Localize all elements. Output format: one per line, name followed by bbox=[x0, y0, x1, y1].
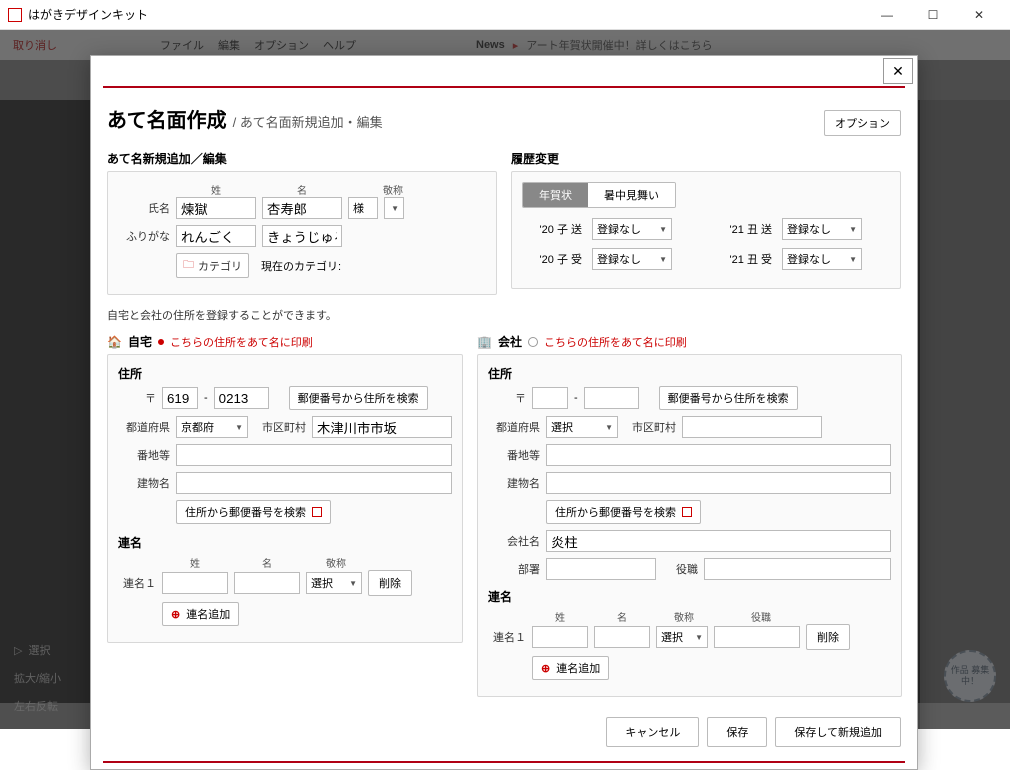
home-add-renmei-button[interactable]: ⊕ 連名追加 bbox=[162, 602, 239, 626]
hist-20-send-label: '20 子 送 bbox=[522, 221, 582, 237]
company-city-input[interactable] bbox=[682, 416, 822, 438]
save-button[interactable]: 保存 bbox=[707, 717, 767, 747]
home-title: 自宅 bbox=[128, 333, 152, 350]
save-and-new-button[interactable]: 保存して新規追加 bbox=[775, 717, 901, 747]
company-building-input[interactable] bbox=[546, 472, 891, 494]
head-keisho: 敬称 bbox=[368, 182, 418, 197]
hist-21-recv-select[interactable]: 登録なし▼ bbox=[782, 248, 862, 270]
dialog-subtitle: / あて名面新規追加・編集 bbox=[233, 112, 383, 131]
company-street-input[interactable] bbox=[546, 444, 891, 466]
hist-21-send-label: '21 丑 送 bbox=[712, 221, 772, 237]
address-create-dialog: ✕ あて名面作成 / あて名面新規追加・編集 オプション あて名新規追加／編集 … bbox=[90, 55, 918, 770]
home-icon: 🏠 bbox=[107, 335, 122, 349]
city-label: 市区町村 bbox=[254, 419, 306, 435]
department-label: 部署 bbox=[488, 561, 540, 577]
stop-icon bbox=[312, 507, 322, 517]
dialog-option-button[interactable]: オプション bbox=[824, 110, 901, 136]
company-renmei-delete-button[interactable]: 削除 bbox=[806, 624, 850, 650]
cancel-button[interactable]: キャンセル bbox=[606, 717, 699, 747]
app-icon bbox=[8, 8, 22, 22]
home-address-title: 住所 bbox=[118, 365, 452, 382]
head-mei: 名 bbox=[262, 182, 342, 197]
company-renmei-mei-input[interactable] bbox=[594, 626, 650, 648]
section-history: 履歴変更 bbox=[511, 150, 901, 167]
home-street-input[interactable] bbox=[176, 444, 452, 466]
company-title: 会社 bbox=[498, 333, 522, 350]
tab-shochumimai[interactable]: 暑中見舞い bbox=[588, 183, 675, 207]
stop-icon bbox=[682, 507, 692, 517]
company-name-label: 会社名 bbox=[488, 533, 540, 549]
company-zip-search-button[interactable]: 郵便番号から住所を検索 bbox=[659, 386, 798, 410]
home-addr-to-zip-button[interactable]: 住所から郵便番号を検索 bbox=[176, 500, 331, 524]
company-renmei-title: 連名 bbox=[488, 588, 891, 605]
hist-20-recv-label: '20 子 受 bbox=[522, 251, 582, 267]
company-dept-input[interactable] bbox=[546, 558, 656, 580]
company-add-renmei-button[interactable]: ⊕ 連名追加 bbox=[532, 656, 609, 680]
honorific-select[interactable]: 様 bbox=[348, 197, 378, 219]
prefecture-label: 都道府県 bbox=[118, 419, 170, 435]
home-city-input[interactable] bbox=[312, 416, 452, 438]
close-window-button[interactable]: ✕ bbox=[956, 0, 1002, 30]
plus-icon: ⊕ bbox=[171, 608, 180, 621]
company-zip1-input[interactable] bbox=[532, 387, 568, 409]
renmei1-label: 連名１ bbox=[118, 575, 156, 591]
maximize-button[interactable]: ☐ bbox=[910, 0, 956, 30]
surname-input[interactable] bbox=[176, 197, 256, 219]
postal-mark: 〒 bbox=[118, 390, 156, 406]
building-icon: 🏢 bbox=[477, 335, 492, 349]
company-position-input[interactable] bbox=[704, 558, 891, 580]
home-renmei-delete-button[interactable]: 削除 bbox=[368, 570, 412, 596]
home-renmei-sei-input[interactable] bbox=[162, 572, 228, 594]
furigana-given-name-input[interactable] bbox=[262, 225, 342, 247]
home-zip2-input[interactable] bbox=[214, 387, 269, 409]
section-add-edit: あて名新規追加／編集 bbox=[107, 150, 497, 167]
name-label: 氏名 bbox=[118, 200, 170, 216]
folder-icon: 🗀 bbox=[183, 256, 194, 275]
company-radio[interactable] bbox=[528, 337, 538, 347]
hist-20-send-select[interactable]: 登録なし▼ bbox=[592, 218, 672, 240]
given-name-input[interactable] bbox=[262, 197, 342, 219]
home-renmei-mei-input[interactable] bbox=[234, 572, 300, 594]
app-title: はがきデザインキット bbox=[28, 6, 148, 23]
company-renmei-sei-input[interactable] bbox=[532, 626, 588, 648]
head-sei: 姓 bbox=[176, 182, 256, 197]
hist-21-send-select[interactable]: 登録なし▼ bbox=[782, 218, 862, 240]
hist-21-recv-label: '21 丑 受 bbox=[712, 251, 772, 267]
tab-nengajo[interactable]: 年賀状 bbox=[523, 183, 588, 207]
address-note: 自宅と会社の住所を登録することができます。 bbox=[107, 307, 901, 323]
home-prefecture-select[interactable]: 京都府▼ bbox=[176, 416, 248, 438]
minimize-button[interactable]: — bbox=[864, 0, 910, 30]
honorific-dropdown[interactable]: ▼ bbox=[384, 197, 404, 219]
home-renmei-title: 連名 bbox=[118, 534, 452, 551]
street-label: 番地等 bbox=[118, 447, 170, 463]
company-renmei-keisho-select[interactable]: 選択▼ bbox=[656, 626, 708, 648]
history-tabs: 年賀状 暑中見舞い bbox=[522, 182, 676, 208]
company-radio-note: こちらの住所をあて名に印刷 bbox=[544, 334, 687, 350]
category-button[interactable]: 🗀 カテゴリ bbox=[176, 253, 249, 278]
home-renmei-keisho-select[interactable]: 選択▼ bbox=[306, 572, 362, 594]
company-zip2-input[interactable] bbox=[584, 387, 639, 409]
company-prefecture-select[interactable]: 選択▼ bbox=[546, 416, 618, 438]
company-renmei-position-input[interactable] bbox=[714, 626, 800, 648]
company-addr-to-zip-button[interactable]: 住所から郵便番号を検索 bbox=[546, 500, 701, 524]
plus-icon: ⊕ bbox=[541, 662, 550, 675]
dialog-title: あて名面作成 bbox=[107, 104, 227, 133]
home-building-input[interactable] bbox=[176, 472, 452, 494]
dialog-close-button[interactable]: ✕ bbox=[883, 58, 913, 84]
titlebar: はがきデザインキット — ☐ ✕ bbox=[0, 0, 1010, 30]
furigana-surname-input[interactable] bbox=[176, 225, 256, 247]
furigana-label: ふりがな bbox=[118, 228, 170, 244]
company-name-input[interactable] bbox=[546, 530, 891, 552]
current-category-label: 現在のカテゴリ: bbox=[261, 258, 341, 274]
company-address-title: 住所 bbox=[488, 365, 891, 382]
home-zip1-input[interactable] bbox=[162, 387, 198, 409]
home-zip-search-button[interactable]: 郵便番号から住所を検索 bbox=[289, 386, 428, 410]
position-label: 役職 bbox=[662, 561, 698, 577]
hist-20-recv-select[interactable]: 登録なし▼ bbox=[592, 248, 672, 270]
building-label: 建物名 bbox=[118, 475, 170, 491]
home-radio[interactable] bbox=[158, 339, 164, 345]
home-radio-note: こちらの住所をあて名に印刷 bbox=[170, 334, 313, 350]
